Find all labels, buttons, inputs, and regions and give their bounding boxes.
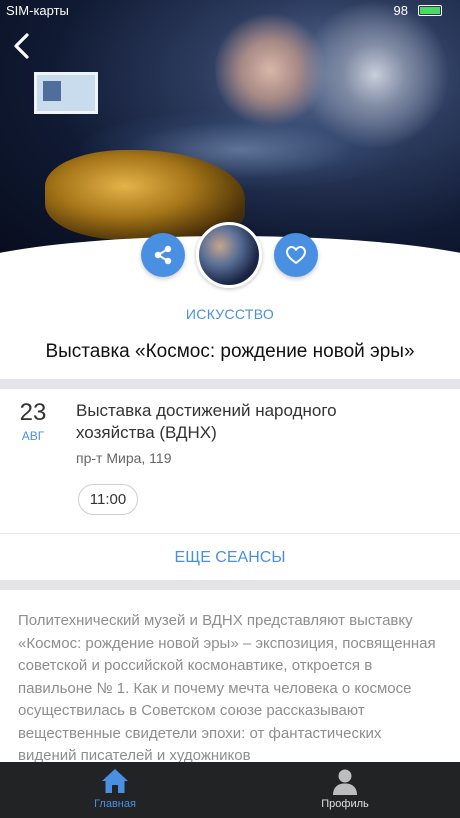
session-time-button[interactable]: 11:00 xyxy=(78,484,138,515)
user-icon xyxy=(333,769,357,795)
favorite-button[interactable] xyxy=(274,233,318,277)
share-button[interactable] xyxy=(141,233,185,277)
event-description: Политехнический музей и ВДНХ представляю… xyxy=(18,612,436,762)
venue-address: пр-т Мира, 119 xyxy=(76,450,172,466)
section-divider xyxy=(0,580,460,590)
more-sessions-button[interactable]: ЕЩЕ СЕАНСЫ xyxy=(0,549,460,567)
carrier-label: SIM-карты xyxy=(6,3,69,18)
tab-home-label: Главная xyxy=(94,798,136,810)
session-month: АВГ xyxy=(21,429,45,443)
tab-bar: Главная Профиль xyxy=(0,762,460,818)
event-category[interactable]: ИСКУССТВО xyxy=(0,306,460,322)
event-avatar xyxy=(196,222,262,288)
tab-profile[interactable]: Профиль xyxy=(295,762,395,818)
section-divider xyxy=(0,379,460,389)
hero-exhibit-screen xyxy=(34,72,98,114)
tab-profile-label: Профиль xyxy=(321,798,369,810)
battery-percent: 98 xyxy=(393,3,408,18)
event-title: Выставка «Космос: рождение новой эры» xyxy=(45,341,415,362)
battery-icon xyxy=(418,5,442,16)
home-icon xyxy=(102,769,128,793)
chevron-left-icon xyxy=(14,33,29,59)
session-day: 23 xyxy=(19,399,47,426)
venue-name[interactable]: Выставка достижений народного хозяйства … xyxy=(76,400,406,444)
divider-line xyxy=(0,533,460,534)
status-bar: SIM-карты 98 xyxy=(0,0,460,22)
tab-home[interactable]: Главная xyxy=(65,762,165,818)
heart-outline-icon xyxy=(286,246,306,264)
back-button[interactable] xyxy=(10,32,34,60)
share-icon xyxy=(154,245,172,265)
